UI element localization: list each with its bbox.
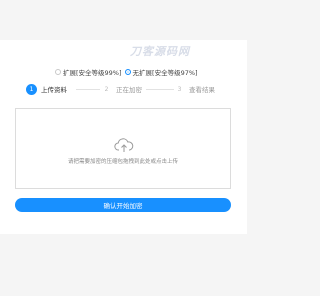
mode-label: 扩展[安全等级99%] [63, 69, 122, 77]
cloud-upload-icon [114, 138, 134, 152]
step-number: 1 [26, 83, 37, 95]
mode-option-extension[interactable]: 扩展[安全等级99%] [55, 67, 122, 77]
encryption-mode-group: 扩展[安全等级99%] 无扩展[安全等级97%] [55, 67, 300, 77]
watermark: 刀客源码网 [130, 46, 190, 58]
step-connector [76, 89, 100, 90]
step-label: 查看结果 [189, 86, 215, 94]
step-label: 上传资料 [41, 86, 67, 94]
upload-dropzone[interactable]: 请把需要加密的压缩包拖拽到此处或点击上传 [15, 108, 231, 189]
step-result: 3 查看结果 [174, 83, 215, 95]
step-upload: 1 上传资料 [26, 83, 67, 95]
step-number: 2 [104, 85, 109, 93]
progress-steps: 1 上传资料 2 正在加密 3 查看结果 [26, 83, 231, 95]
radio-checked-icon[interactable] [124, 69, 131, 75]
mode-option-no-extension[interactable]: 无扩展[安全等级97%] [124, 67, 198, 77]
step-number: 3 [177, 85, 182, 93]
radio-unchecked-icon[interactable] [55, 69, 61, 75]
mode-label: 无扩展[安全等级97%] [132, 69, 198, 77]
start-encrypt-button[interactable]: 确认开始加密 [15, 198, 231, 212]
step-label: 正在加密 [116, 86, 142, 94]
upload-hint: 请把需要加密的压缩包拖拽到此处或点击上传 [67, 159, 178, 165]
step-connector [146, 89, 174, 90]
step-encrypting: 2 正在加密 [101, 83, 142, 95]
